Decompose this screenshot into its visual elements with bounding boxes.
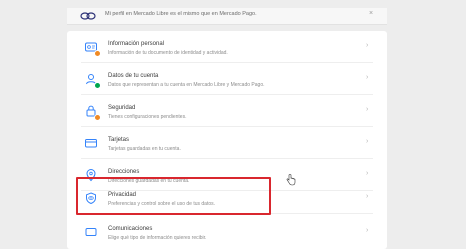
settings-item-title: Tarjetas [108,137,130,143]
settings-item-personal-info[interactable]: Información personal Información de tu d… [67,31,387,63]
pending-badge [94,114,101,121]
settings-item-title: Seguridad [108,105,136,111]
settings-item-title: Direcciones [108,169,140,175]
chevron-right-icon: › [366,227,369,234]
settings-item-title: Información personal [108,41,165,47]
settings-item-description: Elige qué tipo de información quieres re… [108,235,207,241]
settings-item-description: Tienes configuraciones pendientes. [108,114,187,120]
settings-item-description: Tarjetas guardadas en tu cuenta. [108,146,181,152]
settings-item-description: Información de tu documento de identidad… [108,50,228,56]
settings-item-title: Comunicaciones [108,226,153,232]
profile-banner: Mi perfil en Mercado Libre es el mismo q… [67,8,387,25]
settings-item-security[interactable]: Seguridad Tienes configuraciones pendien… [67,95,387,127]
pending-badge [94,50,101,57]
chevron-right-icon: › [366,138,369,145]
card-icon [85,139,97,148]
settings-item-title: Datos de tu cuenta [108,73,159,79]
settings-item-description: Datos que representan a tu cuenta en Mer… [108,82,265,88]
page: Mi perfil en Mercado Libre es el mismo q… [0,0,466,249]
mercadolibre-handshake-icon [80,12,96,20]
chat-icon [85,228,97,236]
chevron-right-icon: › [366,106,369,113]
chevron-right-icon: › [366,74,369,81]
hand-cursor-icon [286,174,296,186]
chevron-right-icon: › [366,42,369,49]
close-icon[interactable]: × [369,10,373,17]
privacy-highlight-box [76,177,271,215]
settings-card: Información personal Información de tu d… [67,31,387,249]
settings-item-account-data[interactable]: Datos de tu cuenta Datos que representan… [67,63,387,95]
settings-item-cards[interactable]: Tarjetas Tarjetas guardadas en tu cuenta… [67,127,387,159]
banner-message: Mi perfil en Mercado Libre es el mismo q… [105,11,257,17]
settings-item-communications[interactable]: Comunicaciones Elige qué tipo de informa… [67,216,387,248]
chevron-right-icon: › [366,193,369,200]
chevron-right-icon: › [366,170,369,177]
ok-badge [94,82,101,89]
